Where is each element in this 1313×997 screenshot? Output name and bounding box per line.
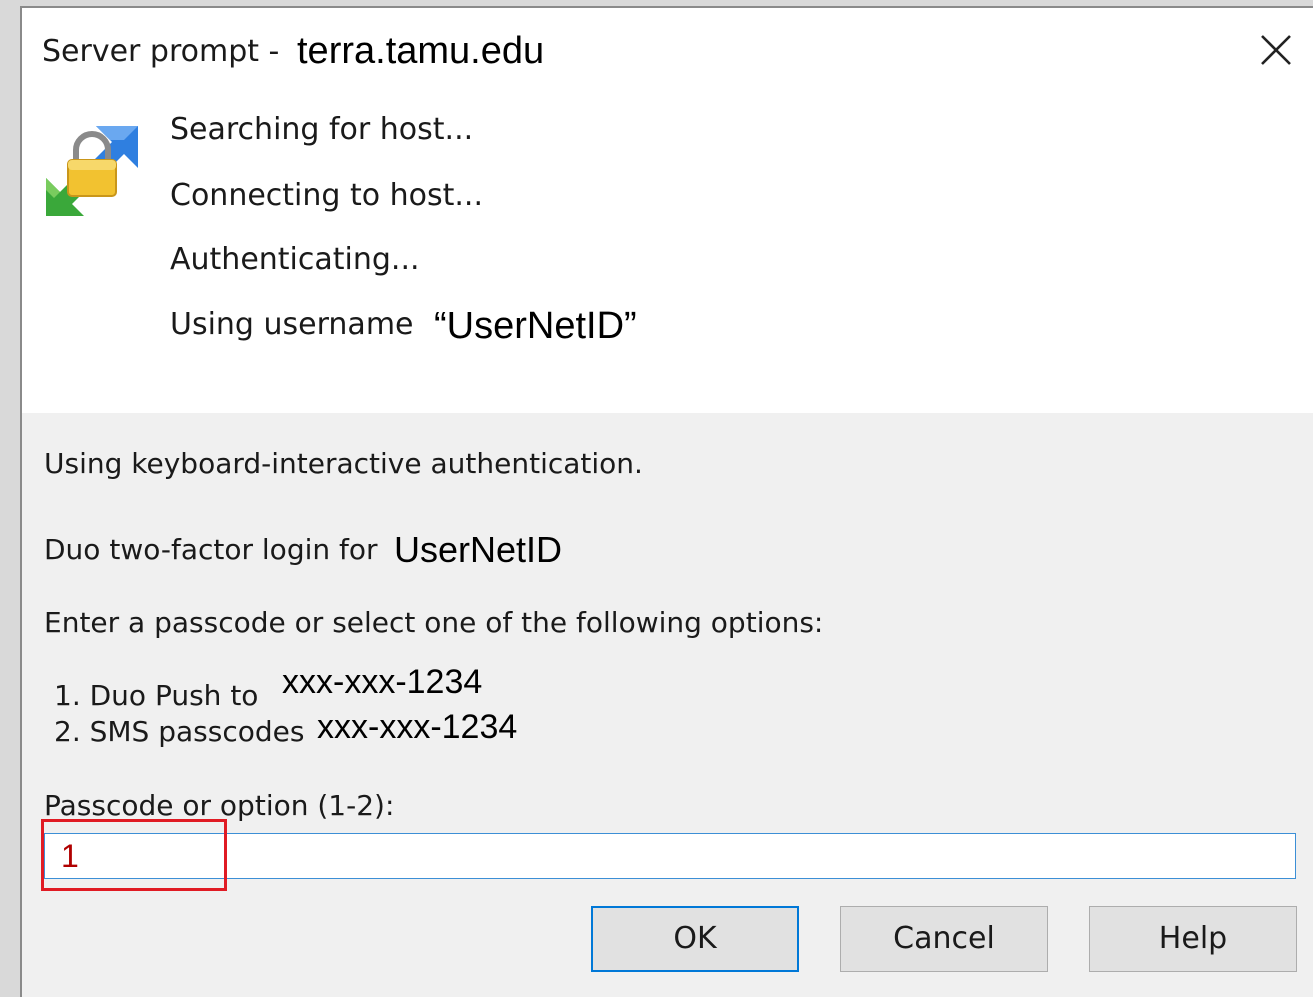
close-icon: [1261, 35, 1291, 65]
title-bar: Server prompt - terra.tamu.edu: [22, 8, 1313, 98]
status-searching: Searching for host...: [170, 112, 474, 147]
passcode-prompt-label: Passcode or option (1-2):: [44, 789, 395, 822]
status-connecting: Connecting to host...: [170, 178, 483, 213]
cancel-button[interactable]: Cancel: [840, 906, 1048, 972]
option-phone-push: xxx-xxx-1234: [282, 663, 483, 701]
dialog-title: Server prompt -: [42, 34, 280, 69]
ok-button[interactable]: OK: [591, 906, 799, 972]
option-label-sms: 2. SMS passcodes: [54, 715, 305, 748]
server-prompt-dialog: Server prompt - terra.tamu.edu Searching…: [20, 6, 1313, 997]
duo-login-label: Duo two-factor login for: [44, 533, 378, 566]
secure-connection-icon: [44, 122, 140, 218]
status-username-label: Using username: [170, 307, 414, 342]
close-button[interactable]: [1251, 28, 1301, 74]
option-phone-sms: xxx-xxx-1234: [317, 708, 518, 746]
status-username-value: “UserNetID”: [434, 305, 637, 347]
passcode-input[interactable]: [44, 833, 1296, 879]
duo-login-user: UserNetID: [394, 529, 563, 570]
dialog-title-host: terra.tamu.edu: [297, 30, 545, 72]
auth-method-text: Using keyboard-interactive authenticatio…: [44, 447, 643, 480]
option-label-push: 1. Duo Push to: [54, 679, 259, 712]
help-button[interactable]: Help: [1089, 906, 1297, 972]
status-authenticating: Authenticating...: [170, 242, 420, 277]
auth-instructions: Enter a passcode or select one of the fo…: [44, 606, 824, 639]
auth-panel: Using keyboard-interactive authenticatio…: [22, 413, 1313, 997]
